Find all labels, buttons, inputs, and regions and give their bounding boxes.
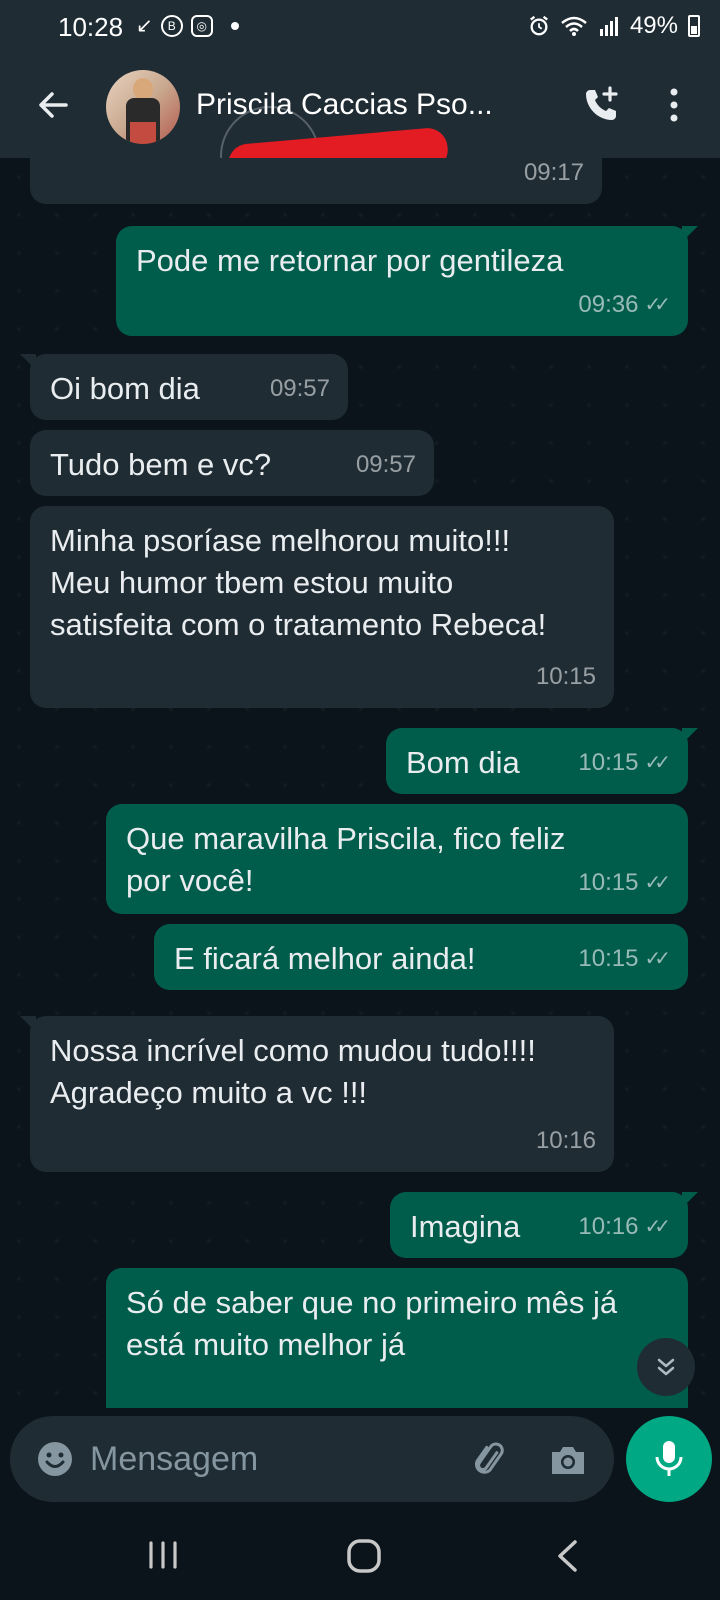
- message-time: 09:36: [578, 291, 639, 318]
- instagram-icon: ◎: [190, 15, 213, 37]
- message-bubble[interactable]: Tudo bem e vc? 09:57: [30, 430, 434, 496]
- message-time: 10:16: [535, 1127, 596, 1154]
- message-text: E ficará melhor ainda!: [174, 941, 476, 976]
- message-bubble[interactable]: Pode me retornar por gentileza 09:36 ✓✓: [116, 226, 698, 336]
- message-text: Minha psoríase melhorou muito!!! Meu hum…: [50, 523, 547, 642]
- message-meta: 10:16: [536, 1120, 596, 1162]
- message-meta: 09:57: [356, 444, 416, 486]
- nav-back-icon[interactable]: [554, 1538, 580, 1574]
- message-time: 10:15: [578, 749, 639, 776]
- message-time: 09:17: [523, 159, 584, 186]
- recent-apps-icon[interactable]: [146, 1540, 180, 1570]
- microphone-button[interactable]: [626, 1416, 712, 1502]
- message-bubble[interactable]: E ficará melhor ainda! 10:15 ✓✓: [154, 924, 688, 990]
- message-time: 10:16: [578, 1213, 639, 1240]
- wifi-icon: [561, 16, 587, 36]
- add-call-icon[interactable]: [580, 84, 622, 126]
- message-text: Imagina: [410, 1209, 521, 1244]
- message-bubble[interactable]: Imagina 10:16 ✓✓: [390, 1192, 698, 1258]
- double-check-icon: ✓✓: [644, 872, 670, 894]
- message-meta: 10:15 ✓✓: [578, 742, 670, 784]
- contact-avatar[interactable]: [106, 70, 180, 144]
- message-time: 10:15: [578, 945, 639, 972]
- message-text: Bom dia: [406, 745, 520, 780]
- double-check-icon: ✓✓: [644, 948, 670, 970]
- message-text: Que maravilha Priscila, fico feliz por v…: [126, 821, 566, 898]
- status-bar: 10:28 ↙ B ◎ 49%: [0, 0, 720, 54]
- message-meta: 10:16 ✓✓: [578, 1206, 670, 1248]
- chat-area[interactable]: 09:17 Pode me retornar por gentileza 09:…: [0, 158, 720, 1408]
- message-bubble[interactable]: Nossa incrível como mudou tudo!!!! Agrad…: [20, 1016, 614, 1172]
- double-check-icon: ✓✓: [644, 294, 670, 316]
- signal-icon: [599, 17, 618, 36]
- message-text: Tudo bem e vc?: [50, 447, 272, 482]
- message-text: Só de saber que no primeiro mês já está …: [126, 1285, 618, 1362]
- message-meta: 10:15 ✓✓: [578, 938, 670, 980]
- emoji-icon[interactable]: [36, 1440, 74, 1478]
- chat-header: Priscila Caccias Pso...: [0, 54, 720, 206]
- message-meta: 09:36 ✓✓: [578, 284, 670, 326]
- alarm-icon: [530, 15, 548, 36]
- status-system-icons: 49%: [528, 12, 700, 40]
- home-icon[interactable]: [346, 1538, 382, 1574]
- double-check-icon: ✓✓: [644, 752, 670, 774]
- message-text: Pode me retornar por gentileza: [136, 243, 564, 278]
- double-chevron-down-icon: [657, 1358, 675, 1376]
- battery-percent: 49%: [629, 12, 678, 39]
- more-options-icon[interactable]: [660, 84, 688, 126]
- message-bubble[interactable]: 09:17: [30, 158, 602, 204]
- camera-icon[interactable]: [548, 1440, 588, 1480]
- message-meta: 10:15 ✓✓: [578, 862, 670, 904]
- message-bubble[interactable]: Só de saber que no primeiro mês já está …: [106, 1268, 688, 1408]
- message-time: 10:15: [535, 663, 596, 690]
- paperclip-icon[interactable]: [470, 1440, 510, 1480]
- message-bubble[interactable]: Que maravilha Priscila, fico feliz por v…: [106, 804, 688, 914]
- message-text: Oi bom dia: [50, 371, 200, 406]
- message-input[interactable]: [90, 1436, 430, 1482]
- battery-icon: [688, 15, 700, 37]
- missed-call-icon: ↙: [136, 15, 153, 37]
- microphone-icon: [655, 1441, 683, 1476]
- back-arrow-icon[interactable]: [30, 82, 76, 128]
- message-bubble[interactable]: Bom dia 10:15 ✓✓: [386, 728, 698, 794]
- message-time: 09:57: [269, 375, 330, 402]
- dot-icon: [230, 22, 239, 30]
- message-bubble[interactable]: Minha psoríase melhorou muito!!! Meu hum…: [30, 506, 614, 708]
- message-meta: 09:57: [270, 368, 330, 410]
- double-check-icon: ✓✓: [644, 1216, 670, 1238]
- status-notification-icons: ↙ B ◎: [136, 12, 239, 40]
- message-bubble[interactable]: Oi bom dia 09:57: [20, 354, 348, 420]
- scroll-to-bottom-button[interactable]: [637, 1338, 695, 1396]
- message-meta: 10:15: [536, 656, 596, 698]
- message-meta: 09:17: [524, 158, 584, 194]
- message-composer: [10, 1416, 614, 1502]
- message-time: 10:15: [578, 869, 639, 896]
- status-time: 10:28: [58, 12, 124, 42]
- b-icon: B: [160, 15, 183, 37]
- system-navigation-bar: [0, 1520, 720, 1600]
- contact-name[interactable]: Priscila Caccias Pso...: [196, 88, 536, 122]
- message-time: 09:57: [355, 451, 416, 478]
- message-text: Nossa incrível como mudou tudo!!!! Agrad…: [50, 1033, 536, 1110]
